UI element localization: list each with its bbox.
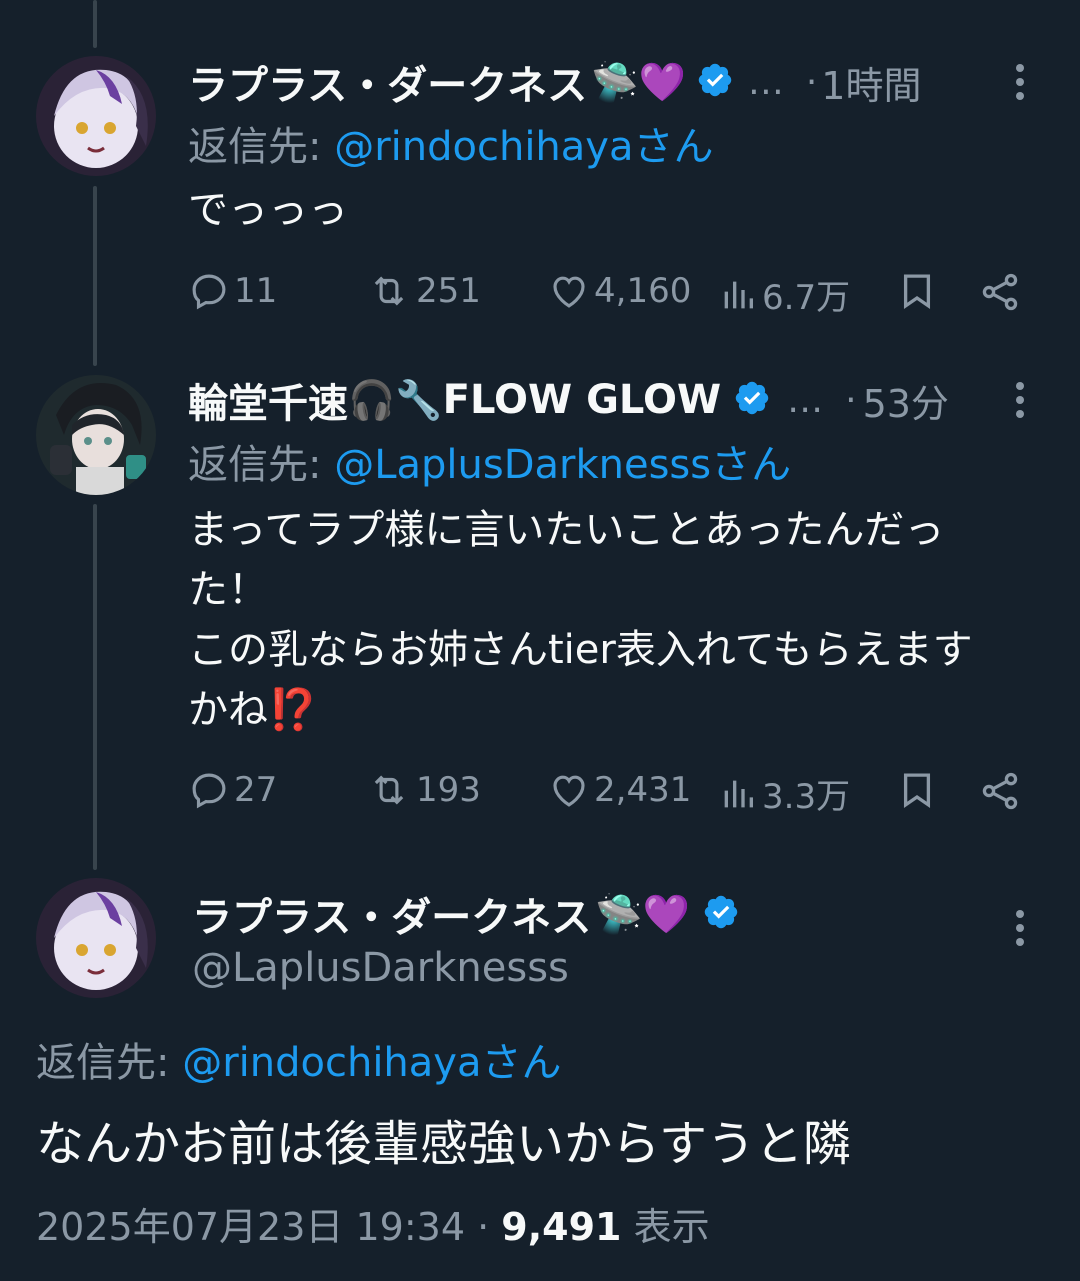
tweet-text-line: た！	[188, 567, 268, 613]
tweet-text: なんかお前は後輩感強いからすうと隣	[36, 1116, 852, 1172]
author-name-row: ラプラス・ダークネス 🛸💜	[192, 884, 740, 944]
like-count: 2,431	[594, 770, 692, 810]
more-options-icon[interactable]	[1016, 64, 1026, 106]
verified-badge-icon	[702, 893, 740, 935]
analytics-icon	[724, 281, 753, 308]
verified-badge-icon	[696, 61, 734, 103]
verified-badge-icon	[733, 379, 771, 421]
analytics-icon	[724, 780, 753, 807]
retweet-count: 251	[416, 271, 481, 311]
tweet-text-line: この乳ならお姉さんtier表入れてもらえます	[188, 627, 973, 673]
tweet-text: でっっっ	[188, 187, 348, 233]
bookmark-button[interactable]	[896, 268, 942, 314]
share-icon	[982, 273, 1018, 311]
name-truncation: …	[787, 379, 824, 421]
reply-to: 返信先: @rindochihayaさん	[188, 114, 713, 172]
ufo-heart-emoji: 🛸💜	[595, 891, 690, 936]
thread-line-1	[93, 186, 97, 366]
like-count: 4,160	[594, 271, 692, 311]
reply-prefix: 返信先:	[188, 124, 322, 170]
retweet-count: 193	[416, 770, 481, 810]
bookmark-icon	[903, 274, 931, 310]
share-button[interactable]	[978, 769, 1026, 813]
author-handle[interactable]: @LaplusDarknesss	[192, 940, 569, 996]
thread-line-2	[93, 504, 97, 870]
reply-handle-link[interactable]: @rindochihayaさん	[334, 124, 713, 170]
views-button[interactable]: 3.3万	[718, 769, 850, 818]
views-count: 6.7万	[762, 278, 851, 318]
separator: ·	[845, 379, 857, 421]
tweet-time[interactable]: 1時間	[821, 55, 921, 110]
retweet-button[interactable]: 193	[366, 769, 481, 811]
share-button[interactable]	[978, 270, 1026, 314]
views-count: 3.3万	[762, 777, 851, 817]
display-name[interactable]: 輪堂千速	[188, 371, 348, 429]
more-options-icon[interactable]	[1016, 382, 1026, 424]
avatar[interactable]	[36, 878, 156, 998]
reply-button[interactable]: 11	[188, 270, 277, 312]
name-truncation: …	[747, 61, 784, 103]
retweet-icon	[374, 775, 404, 805]
tweet-meta: 2025年07月23日 19:34 · 9,491 表示	[36, 1202, 710, 1252]
display-name[interactable]: ラプラス・ダークネス	[192, 885, 591, 943]
heart-icon	[553, 775, 585, 807]
display-name[interactable]: ラプラス・ダークネス	[188, 53, 587, 111]
tweet-text-line: まってラプ様に言いたいことあったんだっ	[188, 507, 945, 553]
headphones-wrench-emoji: 🎧🔧	[348, 377, 443, 422]
reply-count: 11	[234, 271, 278, 311]
bookmark-button[interactable]	[896, 767, 942, 813]
views-count: 9,491	[501, 1205, 622, 1249]
tweet-header: ラプラス・ダークネス 🛸💜 … · 1時間	[188, 52, 921, 112]
like-button[interactable]: 4,160	[548, 270, 691, 312]
reply-icon	[192, 274, 226, 310]
thread-line-top	[93, 0, 97, 48]
separator: ·	[805, 61, 818, 103]
views-label: 表示	[633, 1205, 710, 1249]
tweet-time[interactable]: 53分	[863, 373, 949, 428]
tweet-text: まってラプ様に言いたいことあったんだっ た！ この乳ならお姉さんtier表入れて…	[188, 500, 973, 740]
views-button[interactable]: 6.7万	[718, 270, 850, 319]
reply-handle-link[interactable]: @rindochihayaさん	[182, 1040, 561, 1086]
like-button[interactable]: 2,431	[548, 769, 691, 811]
bookmark-icon	[903, 773, 931, 809]
reply-prefix: 返信先:	[188, 442, 322, 488]
reply-button[interactable]: 27	[188, 769, 277, 811]
avatar[interactable]	[36, 56, 156, 176]
reply-to: 返信先: @rindochihayaさん	[36, 1030, 561, 1088]
retweet-button[interactable]: 251	[366, 270, 481, 312]
reply-prefix: 返信先:	[36, 1040, 170, 1086]
tweet-header: 輪堂千速 🎧🔧 FLOW GLOW … · 53分	[188, 370, 949, 430]
avatar[interactable]	[36, 375, 156, 495]
reply-icon	[192, 773, 226, 809]
retweet-icon	[374, 276, 404, 306]
separator: ·	[477, 1205, 490, 1249]
reply-to: 返信先: @LaplusDarknesssさん	[188, 432, 791, 490]
reply-handle-link[interactable]: @LaplusDarknesssさん	[334, 442, 791, 488]
tweet-text-line: かね⁉️	[188, 687, 318, 733]
ufo-heart-emoji: 🛸💜	[591, 59, 686, 104]
more-options-icon[interactable]	[1016, 910, 1026, 952]
reply-count: 27	[234, 770, 278, 810]
display-name-suffix[interactable]: FLOW GLOW	[443, 377, 721, 423]
timestamp[interactable]: 2025年07月23日 19:34	[36, 1205, 465, 1249]
heart-icon	[553, 276, 585, 308]
share-icon	[982, 772, 1018, 810]
